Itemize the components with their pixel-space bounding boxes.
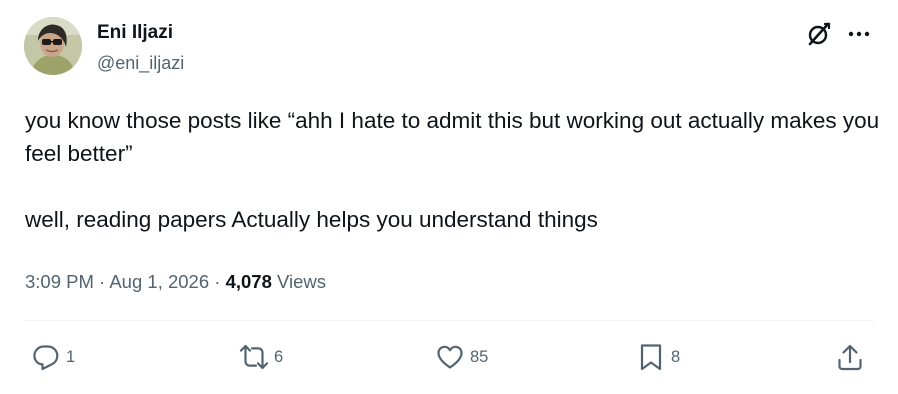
like-icon	[437, 345, 463, 369]
author-display-name[interactable]: Eni Iljazi	[97, 22, 173, 44]
reply-count: 1	[66, 347, 76, 366]
grok-icon[interactable]	[806, 21, 832, 47]
share-button[interactable]	[835, 342, 865, 372]
meta-separator: ·	[214, 271, 221, 292]
share-icon	[838, 344, 862, 371]
tweet-meta: 3:09 PM · Aug 1, 2026 · 4,078 Views	[25, 271, 326, 293]
bookmark-button[interactable]: 8	[636, 342, 680, 372]
more-options-icon[interactable]	[846, 22, 872, 46]
divider	[25, 320, 874, 321]
repost-count: 6	[274, 347, 284, 366]
tweet-date[interactable]: Aug 1, 2026	[109, 271, 209, 292]
like-button[interactable]: 85	[435, 342, 488, 372]
reply-icon	[33, 345, 59, 371]
reply-button[interactable]: 1	[31, 342, 75, 372]
tweet-text-paragraph-2: well, reading papers Actually helps you …	[25, 207, 598, 232]
meta-separator: ·	[99, 271, 106, 292]
author-handle[interactable]: @eni_iljazi	[97, 53, 184, 74]
views-count: 4,078	[225, 271, 272, 292]
repost-icon	[239, 344, 269, 370]
tweet-card: Eni Iljazi @eni_iljazi you know those po…	[0, 0, 898, 394]
like-count: 85	[470, 347, 489, 366]
avatar-image	[24, 17, 82, 75]
tweet-text: you know those posts like “ahh I hate to…	[25, 104, 885, 236]
tweet-time[interactable]: 3:09 PM	[25, 271, 94, 292]
bookmark-count: 8	[671, 347, 681, 366]
bookmark-icon	[640, 344, 662, 371]
views-label: Views	[277, 271, 327, 292]
avatar[interactable]	[24, 17, 82, 75]
tweet-text-paragraph-1: you know those posts like “ahh I hate to…	[25, 108, 886, 166]
repost-button[interactable]: 6	[239, 342, 283, 372]
